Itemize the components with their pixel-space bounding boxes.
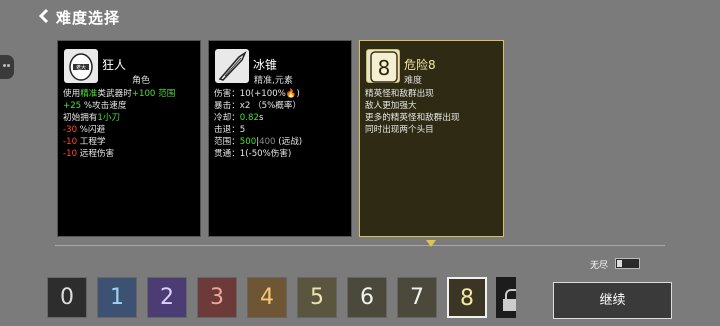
stat-text: -30	[63, 125, 78, 135]
difficulty-tile-4[interactable]: 4	[247, 277, 287, 318]
difficulty-number: 6	[360, 285, 374, 310]
stat-line: 范围：500|400 (远战)	[214, 136, 347, 148]
chevron-left-icon[interactable]	[37, 9, 51, 23]
difficulty-tile-0[interactable]: 0	[47, 277, 87, 318]
difficulty-number: 0	[60, 285, 74, 310]
card-name: 危险8	[404, 58, 436, 72]
card-subtitle: 难度	[404, 76, 423, 86]
stat-text: %闪避	[77, 125, 106, 135]
stat-text: 击退：5	[214, 125, 246, 135]
stat-text: 500	[239, 137, 257, 147]
side-menu-tab[interactable]	[0, 55, 14, 79]
difficulty-tile-2[interactable]: 2	[147, 277, 187, 318]
stat-line: 伤害：10(+100%🔥)	[214, 88, 347, 100]
stat-line: 同时出现两个头目	[365, 124, 499, 136]
difficulty-number: 5	[310, 285, 324, 310]
stat-line: 击退：5	[214, 124, 347, 136]
stat-text: 贯通：1(-50%伤害)	[214, 149, 292, 159]
stat-text: 0.82	[239, 113, 259, 123]
character-card: 老大 狂人 角色 使用精准类武器时+100 范围 +25 %攻击速度 初始拥有1小刀…	[57, 40, 201, 237]
difficulty-tile-7[interactable]: 7	[397, 277, 437, 318]
stat-text: +100 范围	[131, 89, 176, 99]
card-stats: 精英怪和敌群出现 敌人更加强大更多的精英怪和敌群出现 同时出现两个头目	[365, 88, 499, 136]
stat-line: 初始拥有1小刀	[63, 112, 196, 124]
divider	[55, 245, 665, 246]
stat-line: 更多的精英怪和敌群出现	[365, 112, 499, 124]
stat-text: 使用	[63, 89, 81, 99]
stat-text: %攻击速度	[81, 101, 127, 111]
stat-text: 暴击：x2 （5%概率）	[214, 101, 302, 111]
svg-text:8: 8	[378, 56, 391, 80]
continue-button[interactable]: 继续	[553, 282, 672, 319]
header: 难度选择	[0, 0, 720, 34]
stat-text: 伤害：10(+100%	[214, 89, 286, 99]
card-subtitle: 精准,元素	[254, 76, 293, 86]
stat-text: 精英怪和敌群出现	[365, 89, 434, 99]
stat-text: 精准	[80, 89, 98, 99]
stat-text: 更多的精英怪和敌群出现	[365, 113, 460, 123]
stat-text: -10	[63, 149, 78, 159]
difficulty-tile-6[interactable]: 6	[347, 277, 387, 318]
difficulty-tile-5[interactable]: 5	[297, 277, 337, 318]
egg-face-icon: 老大	[64, 49, 98, 83]
endless-label: 无尽	[590, 261, 609, 271]
stat-line: 冷却：0.82s	[214, 112, 347, 124]
stat-line: 暴击：x2 （5%概率）	[214, 100, 347, 112]
card-subtitle: 角色	[132, 76, 151, 86]
card-stats: 伤害：10(+100%🔥) 暴击：x2 （5%概率） 冷却：0.82s 击退：5 范围：…	[214, 88, 347, 160]
svg-text:老大: 老大	[76, 64, 86, 71]
difficulty-tile-3[interactable]: 3	[197, 277, 237, 318]
card-name: 狂人	[102, 58, 127, 72]
stat-text: 冷却：	[214, 113, 240, 123]
ice-spike-icon	[215, 49, 249, 83]
stat-text: 400	[259, 137, 276, 147]
difficulty-number: 4	[260, 285, 274, 310]
difficulty-number: 2	[160, 285, 174, 310]
endless-toggle[interactable]	[615, 258, 640, 269]
weapon-card: 冰锥 精准,元素 伤害：10(+100%🔥) 暴击：x2 （5%概率） 冷却：0.8…	[208, 40, 352, 237]
difficulty-tile-8[interactable]: 8	[447, 277, 487, 318]
stat-line: 使用精准类武器时+100 范围	[63, 88, 196, 100]
difficulty-number: 1	[110, 285, 124, 310]
stat-text: 工程学	[77, 137, 106, 147]
difficulty-card: 8 危险8 难度 精英怪和敌群出现 敌人更加强大更多的精英怪和敌群出现 同时出现两个…	[359, 40, 504, 237]
stat-line: -10 工程学	[63, 136, 196, 148]
stat-text: +25	[63, 101, 82, 111]
stat-line: 精英怪和敌群出现	[365, 88, 499, 100]
stat-text: 初始拥有	[63, 113, 98, 123]
card-name: 冰锥	[253, 58, 278, 72]
stat-text: 敌人更加强大	[365, 101, 417, 111]
danger-8-icon: 8	[366, 49, 400, 83]
stat-line: +25 %攻击速度	[63, 100, 196, 112]
stat-text: 1小刀	[97, 113, 121, 123]
locked-difficulty-tile[interactable]	[496, 277, 516, 318]
stat-text: s	[258, 113, 264, 123]
selection-arrow-icon	[426, 240, 436, 247]
stat-text: -10	[63, 137, 78, 147]
stat-text: 远程伤害	[77, 149, 115, 159]
stat-text: )	[296, 89, 300, 99]
stat-text: (远战)	[275, 137, 303, 147]
stat-line: 敌人更加强大	[365, 100, 499, 112]
page-title: 难度选择	[56, 9, 121, 27]
difficulty-number: 8	[460, 286, 474, 311]
difficulty-number: 3	[210, 285, 224, 310]
stat-text: 同时出现两个头目	[365, 125, 434, 135]
stat-text: 🔥	[285, 89, 297, 99]
stat-line: 贯通：1(-50%伤害)	[214, 148, 347, 160]
stat-text: 类武器时	[97, 89, 132, 99]
difficulty-number: 7	[410, 285, 424, 310]
card-stats: 使用精准类武器时+100 范围 +25 %攻击速度 初始拥有1小刀 -30 %闪避 -1…	[63, 88, 196, 160]
difficulty-tile-1[interactable]: 1	[97, 277, 137, 318]
stat-text: 范围：	[214, 137, 240, 147]
stat-line: -10 远程伤害	[63, 148, 196, 160]
stat-line: -30 %闪避	[63, 124, 196, 136]
